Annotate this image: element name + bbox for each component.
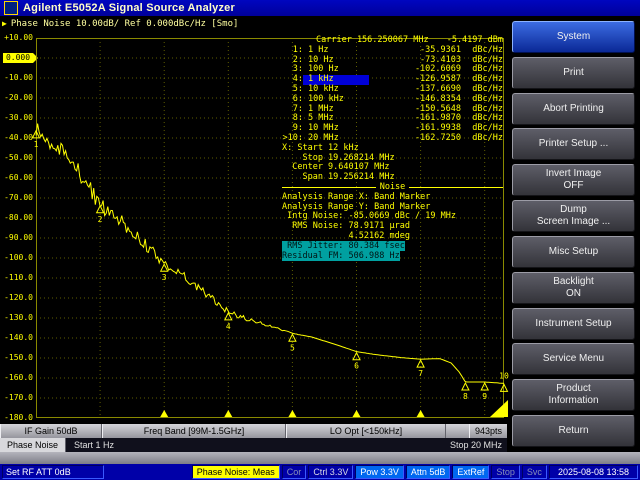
y-axis-tick-label: -10.00	[0, 73, 33, 83]
reference-level-label: 0.000	[3, 53, 33, 63]
sweep-start-label: Start 1 Hz	[66, 438, 450, 452]
status-2025-08-08-13-58: 2025-08-08 13:58	[549, 465, 638, 479]
softkey-printer-setup[interactable]: Printer Setup ...	[512, 128, 635, 160]
setting-freq-band-99m-1-5ghz: Freq Band [99M-1.5GHz]	[102, 424, 286, 438]
settings-status-row: IF Gain 50dBFreq Band [99M-1.5GHz]LO Opt…	[0, 424, 507, 438]
status-ctrl-3-3v[interactable]: Ctrl 3.3V	[308, 465, 353, 479]
status-message: Set RF ATT 0dB	[2, 465, 104, 479]
y-axis-tick-label: -170.0	[0, 393, 33, 403]
trace-marker-label: 5	[290, 343, 295, 352]
app-icon	[4, 1, 18, 15]
y-axis-tick-label: -150.0	[0, 353, 33, 363]
trace-marker-8[interactable]	[462, 383, 469, 390]
y-axis-tick-label: -20.00	[0, 93, 33, 103]
softkey-service-menu[interactable]: Service Menu	[512, 343, 635, 375]
y-axis-tick-label: +10.00	[0, 33, 33, 43]
trace-marker-label: 7	[418, 369, 423, 378]
trace-marker-label: 3	[162, 273, 167, 282]
y-axis-tick-label: -180.0	[0, 413, 33, 423]
trace-marker-label: 2	[98, 215, 103, 224]
title-bar: Agilent E5052A Signal Source Analyzer	[0, 0, 640, 16]
trace-marker-label: 10	[499, 371, 509, 380]
phase-noise-graph[interactable]: +10.00 0.000 -10.00 -20.00 -30.00 -40.00 -50.0…	[0, 32, 507, 424]
band-marker-stop-indicator[interactable]	[490, 400, 508, 417]
softkey-print[interactable]: Print	[512, 57, 635, 89]
measurement-readout: Carrier 156.250067 MHz -5.4197 dBm 1:1 H…	[282, 36, 503, 261]
sweep-points: 943pts	[469, 424, 507, 438]
status-svc[interactable]: Svc	[522, 465, 547, 479]
y-axis-tick-label: -90.00	[0, 233, 33, 243]
trace-marker-2[interactable]	[97, 206, 104, 213]
softkey-abort-printing[interactable]: Abort Printing	[512, 93, 635, 125]
status-pow-3-3v[interactable]: Pow 3.3V	[355, 465, 404, 479]
axis-marker[interactable]	[224, 410, 232, 417]
axis-marker[interactable]	[288, 410, 296, 417]
softkey-dump-screen-image[interactable]: DumpScreen Image ...	[512, 200, 635, 232]
y-axis-tick-label: -30.00	[0, 113, 33, 123]
trace-select-arrow-icon: ▶	[2, 20, 7, 28]
trace-marker-label: 6	[354, 362, 359, 371]
trace-marker-label: 1	[34, 140, 39, 149]
status-extref[interactable]: ExtRef	[452, 465, 489, 479]
y-axis-tick-label: -70.00	[0, 193, 33, 203]
status-segments: Phase Noise: MeasCorCtrl 3.3VPow 3.3VAtt…	[192, 465, 638, 479]
softkey-instrument-setup[interactable]: Instrument Setup	[512, 308, 635, 340]
axis-marker[interactable]	[160, 410, 168, 417]
softkey-system[interactable]: System	[512, 21, 635, 53]
y-axis-tick-label: -100.0	[0, 253, 33, 263]
trace-scale-label: Phase Noise 10.00dB/ Ref 0.000dBc/Hz [Sm…	[11, 19, 239, 29]
softkey-menu: System Print Abort PrintingPrinter Setup .…	[507, 16, 640, 452]
y-axis-tick-label: -50.00	[0, 153, 33, 163]
bezel-strip	[0, 452, 640, 464]
trace-marker-label: 8	[463, 392, 468, 401]
status-attn-5db[interactable]: Attn 5dB	[406, 465, 451, 479]
status-cor[interactable]: Cor	[282, 465, 307, 479]
y-axis-tick-label: -40.00	[0, 133, 33, 143]
softkey-return[interactable]: Return	[512, 415, 635, 447]
instrument-screen: Agilent E5052A Signal Source Analyzer ▶ …	[0, 0, 640, 480]
y-axis-tick-label: -80.00	[0, 213, 33, 223]
y-axis-tick-label: -120.0	[0, 293, 33, 303]
marker-table: 1:1 Hz-35.9361dBc/Hz2:10 Hz-73.4103dBc/H…	[282, 46, 503, 144]
analysis-line: Residual FM: 506.988 Hz	[282, 252, 503, 262]
softkey-product-information[interactable]: ProductInformation	[512, 379, 635, 411]
carrier-frequency: Carrier 156.250067 MHz	[316, 36, 429, 46]
setting-lo-opt-150khz: LO Opt [<150kHz]	[286, 424, 446, 438]
axis-marker[interactable]	[353, 410, 361, 417]
y-axis-tick-label: -110.0	[0, 273, 33, 283]
softkey-backlight-on[interactable]: BacklightON	[512, 272, 635, 304]
softkey-invert-image-off[interactable]: Invert ImageOFF	[512, 164, 635, 196]
trace-marker-label: 4	[226, 322, 231, 331]
y-axis-tick-label: -140.0	[0, 333, 33, 343]
status-bar: Set RF ATT 0dB Phase Noise: MeasCorCtrl …	[0, 464, 640, 480]
axis-marker[interactable]	[417, 410, 425, 417]
window-title: Agilent E5052A Signal Source Analyzer	[23, 2, 235, 14]
y-axis-tick-label: -160.0	[0, 373, 33, 383]
noise-analysis-results: Analysis Range X: Band MarkerAnalysis Ra…	[282, 193, 503, 262]
status-phase-noise-meas[interactable]: Phase Noise: Meas	[192, 465, 280, 479]
trace-marker-label: 9	[482, 392, 487, 401]
sweep-row: Phase Noise Start 1 Hz Stop 20 MHz	[0, 438, 507, 452]
trace-tab-phase-noise[interactable]: Phase Noise	[0, 438, 66, 452]
y-axis-tick-label: -60.00	[0, 173, 33, 183]
status-stop[interactable]: Stop	[491, 465, 520, 479]
sweep-stop-label: Stop 20 MHz	[450, 438, 507, 452]
measurement-area: ▶ Phase Noise 10.00dB/ Ref 0.000dBc/Hz […	[0, 16, 507, 452]
x-axis-readout: X: Start 12 kHz Stop 19.268214 MHz Cente…	[282, 144, 503, 183]
trace-header: ▶ Phase Noise 10.00dB/ Ref 0.000dBc/Hz […	[0, 16, 507, 32]
setting-if-gain-50db: IF Gain 50dB	[0, 424, 102, 438]
softkey-misc-setup[interactable]: Misc Setup	[512, 236, 635, 268]
y-axis-tick-label: -130.0	[0, 313, 33, 323]
